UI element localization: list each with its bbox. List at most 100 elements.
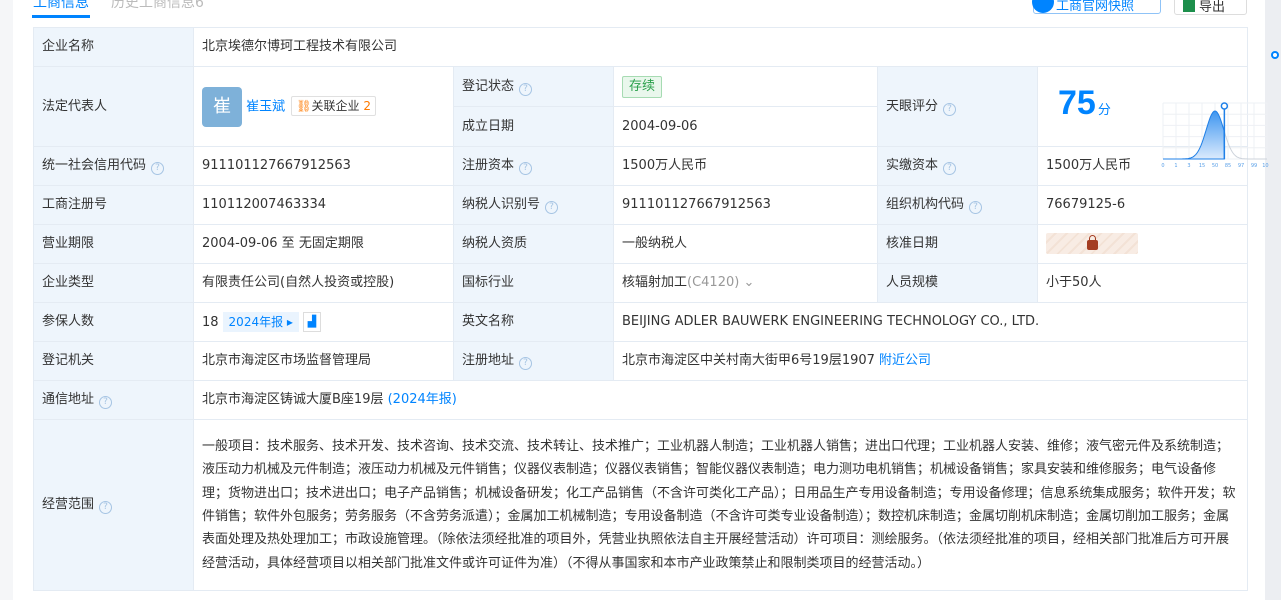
- help-icon[interactable]: ?: [969, 201, 983, 214]
- scrollbar[interactable]: [1265, 0, 1281, 600]
- industry-value: 核辐射加工: [622, 275, 688, 290]
- mail-address: 北京市海淀区铸诚大厦B座19层 (2024年报): [192, 380, 1249, 420]
- credit-code: 911101127667912563: [193, 146, 454, 186]
- business-scope: 一般项目：技术服务、技术开发、技术咨询、技术交流、技术转让、技术推广；工业机器人…: [192, 419, 1249, 591]
- tick-label: 100: [1262, 163, 1269, 167]
- help-icon[interactable]: ?: [99, 396, 113, 409]
- label-authority: 登记机关: [33, 341, 194, 381]
- mail-report-link[interactable]: (2024年报): [388, 392, 457, 407]
- status-badge: 存续: [622, 75, 663, 98]
- label-term: 营业期限: [33, 224, 194, 264]
- help-icon[interactable]: ?: [151, 162, 165, 175]
- annual-report-link[interactable]: 2024年报 ▸: [222, 311, 299, 332]
- report-label: 2024年报: [228, 314, 284, 329]
- label-paid: 实缴资本?: [877, 146, 1038, 186]
- label-name: 企业名称: [33, 27, 194, 67]
- org-label: 组织机构代码: [886, 197, 965, 212]
- related-label: 关联企业: [311, 99, 360, 113]
- help-icon[interactable]: ?: [943, 162, 957, 175]
- export-label: 导出: [1199, 0, 1226, 15]
- label-credit: 统一社会信用代码?: [33, 146, 194, 186]
- trend-chart-icon[interactable]: ▟: [302, 312, 321, 332]
- label-status: 登记状态?: [453, 66, 614, 107]
- score-area: [1162, 109, 1225, 159]
- capital-label: 注册资本: [462, 158, 515, 173]
- reg-capital: 1500万人民币: [613, 146, 878, 186]
- person-link[interactable]: 崔玉斌: [246, 99, 285, 114]
- label-staff: 人员规模: [877, 263, 1038, 303]
- tick-label: 15: [1198, 163, 1204, 167]
- english-name: BEIJING ADLER BAUWERK ENGINEERING TECHNO…: [612, 302, 1249, 342]
- company-name: 北京埃德尔博珂工程技术有限公司: [192, 27, 1249, 67]
- score-label: 天眼评分: [886, 98, 939, 114]
- label-score: 天眼评分?: [877, 66, 1038, 147]
- related-companies-badge[interactable]: ⛓关联企业 2: [291, 96, 377, 116]
- label-address: 注册地址?: [453, 341, 614, 381]
- export-button[interactable]: 导出: [1174, 0, 1247, 15]
- locked-value[interactable]: [1046, 232, 1138, 254]
- network-icon: ⛓: [296, 99, 312, 113]
- tick-label: 99: [1250, 163, 1256, 167]
- mail-value: 北京市海淀区铸诚大厦B座19层: [202, 392, 384, 407]
- tick-label: 50: [1211, 163, 1217, 167]
- reg-no: 110112007463334: [193, 185, 454, 225]
- tab-business-info[interactable]: 工商信息: [32, 0, 90, 18]
- scroll-dot: [1271, 51, 1279, 59]
- help-icon[interactable]: ?: [943, 102, 957, 116]
- legal-rep: 崔 崔玉斌 ⛓关联企业 2: [193, 66, 454, 147]
- tick-label: 1: [1174, 163, 1177, 167]
- score-distribution-chart: 0 1 3 15 50 85 97 99 100: [1161, 101, 1269, 167]
- score-value: 75: [1058, 83, 1096, 122]
- label-scope: 经营范围?: [33, 419, 194, 591]
- paid-label: 实缴资本: [886, 158, 939, 173]
- label-capital: 注册资本?: [453, 146, 614, 186]
- tick-label: 97: [1237, 163, 1243, 167]
- reg-authority: 北京市海淀区市场监督管理局: [193, 341, 454, 381]
- score-unit: 分: [1097, 102, 1111, 118]
- label-approve: 核准日期: [877, 224, 1038, 264]
- help-icon[interactable]: ?: [99, 501, 113, 514]
- business-info-table: 企业名称 北京埃德尔博珂工程技术有限公司 法定代表人 崔 崔玉斌 ⛓关联企业 2 …: [33, 27, 1269, 591]
- tax-id: 911101127667912563: [613, 185, 878, 225]
- label-founded: 成立日期: [453, 106, 614, 147]
- avatar: 崔: [202, 86, 242, 127]
- help-icon[interactable]: ?: [519, 162, 533, 175]
- taxid-label: 纳税人识别号: [462, 197, 541, 212]
- label-taxq: 纳税人资质: [453, 224, 614, 264]
- org-code: 76679125-6: [1036, 185, 1249, 225]
- help-icon[interactable]: ?: [519, 357, 533, 370]
- snapshot-button[interactable]: 工商官网快照: [1032, 0, 1161, 14]
- help-icon[interactable]: ?: [519, 82, 533, 96]
- tax-qualification: 一般纳税人: [613, 224, 878, 264]
- excel-icon: [1183, 0, 1195, 12]
- status-cell: 存续: [613, 66, 878, 107]
- approve-date: [1036, 224, 1249, 264]
- score-cell[interactable]: 75分 0 1 3 15 50 85 97 99 100: [1036, 66, 1269, 167]
- label-legal: 法定代表人: [33, 66, 194, 147]
- business-term: 2004-09-06 至 无固定期限: [193, 224, 454, 264]
- label-mail: 通信地址?: [33, 380, 194, 420]
- related-count: 2: [363, 99, 372, 113]
- founded-date: 2004-09-06: [613, 106, 878, 147]
- label-regno: 工商注册号: [33, 185, 194, 225]
- label-insured: 参保人数: [33, 302, 194, 342]
- score-marker: [1220, 101, 1228, 110]
- industry-code: (C4120): [687, 275, 740, 290]
- scope-label: 经营范围: [42, 497, 95, 512]
- snapshot-icon: [1032, 0, 1054, 13]
- tabs: 工商信息 历史工商信息6: [32, 0, 204, 18]
- tick-label: 0: [1161, 163, 1164, 167]
- staff-size: 小于50人: [1036, 263, 1249, 303]
- industry[interactable]: 核辐射加工(C4120) ⌄: [613, 263, 878, 303]
- label-org: 组织机构代码?: [877, 185, 1038, 225]
- label-industry: 国标行业: [453, 263, 614, 303]
- tick-label: 3: [1187, 163, 1190, 167]
- chevron-down-icon[interactable]: ⌄: [743, 275, 754, 290]
- nearby-companies-link[interactable]: 附近公司: [879, 353, 931, 368]
- label-type: 企业类型: [33, 263, 194, 303]
- address-label: 注册地址: [462, 353, 515, 368]
- label-taxid: 纳税人识别号?: [453, 185, 614, 225]
- help-icon[interactable]: ?: [545, 201, 559, 214]
- tab-history-info[interactable]: 历史工商信息6: [111, 0, 204, 16]
- lock-icon: [1086, 235, 1098, 251]
